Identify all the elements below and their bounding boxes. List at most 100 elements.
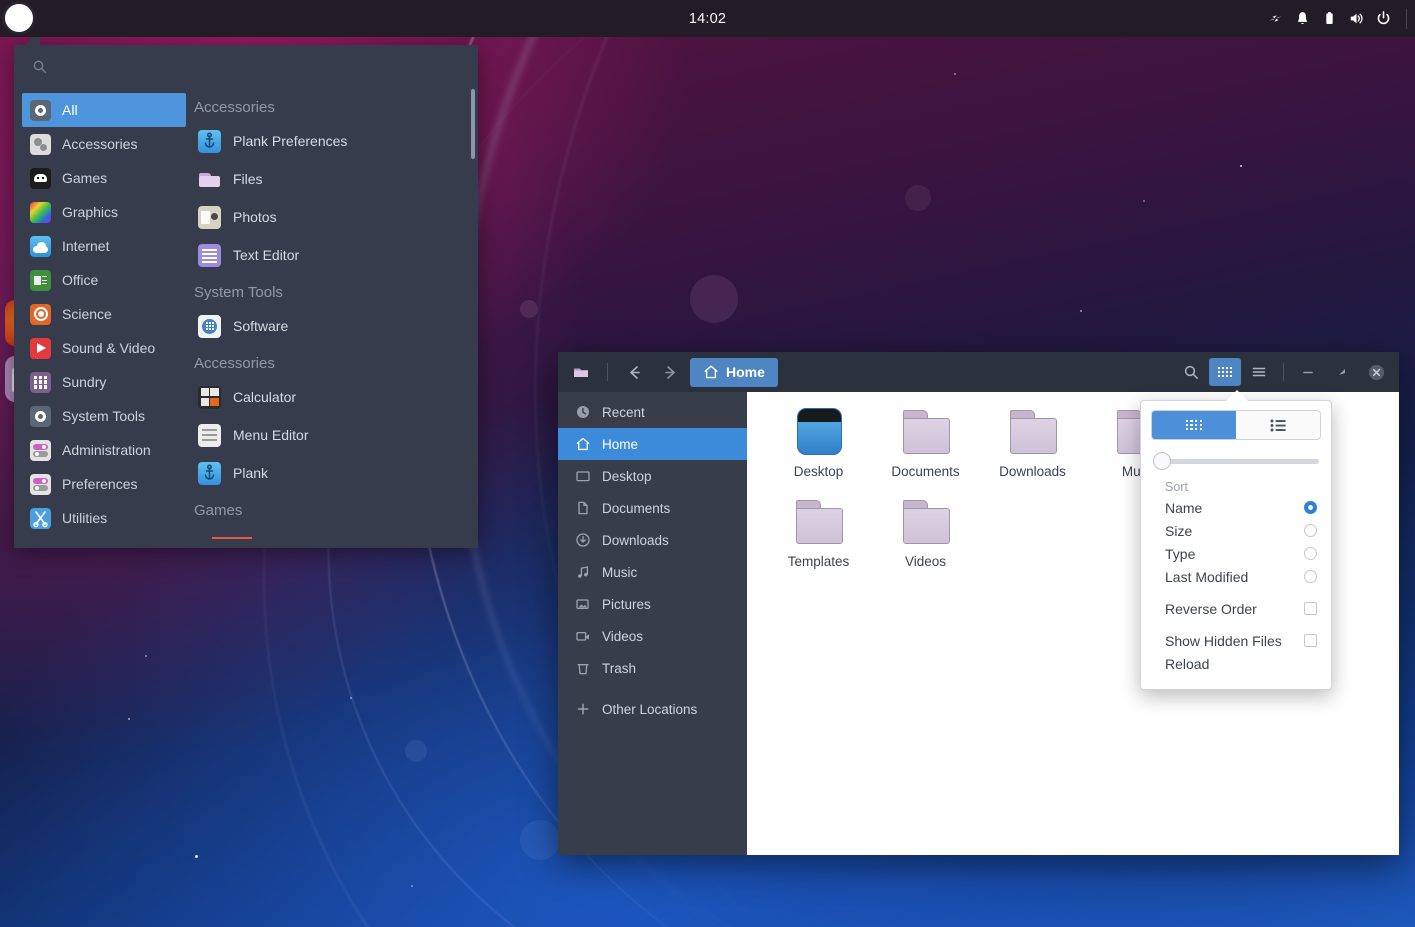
category-item-administration[interactable]: Administration — [22, 433, 186, 467]
clock-icon — [577, 406, 589, 418]
tray-divider — [1406, 8, 1407, 29]
sidebar-item-music[interactable]: Music — [558, 556, 747, 588]
app-item-menu-editor[interactable]: Menu Editor — [190, 416, 468, 454]
scissors-icon — [30, 507, 51, 529]
view-options-button[interactable] — [1209, 358, 1241, 386]
sidebar-item-trash[interactable]: Trash — [558, 652, 747, 684]
checkbox[interactable] — [1304, 634, 1317, 647]
sidebar-item-desktop[interactable]: Desktop — [558, 460, 747, 492]
sidebar-item-recent[interactable]: Recent — [558, 396, 747, 428]
app-item-plank[interactable]: Plank — [190, 454, 468, 492]
main-menu-button[interactable] — [1243, 358, 1275, 386]
app-label: Files — [233, 171, 263, 187]
grid-view-button[interactable] — [1152, 411, 1236, 439]
sort-option-last-modified[interactable]: Last Modified — [1141, 565, 1331, 588]
system-tray — [1267, 0, 1407, 37]
radio-button[interactable] — [1304, 501, 1317, 514]
back-button[interactable] — [618, 358, 650, 386]
minimize-button[interactable] — [1292, 358, 1324, 386]
sort-label: Size — [1165, 522, 1193, 539]
file-item-downloads[interactable]: Downloads — [979, 406, 1086, 496]
search-button[interactable] — [1175, 358, 1207, 386]
battery-icon[interactable] — [1321, 10, 1338, 27]
invader-icon — [30, 167, 51, 189]
camera-icon — [198, 205, 221, 229]
file-item-desktop[interactable]: Desktop — [765, 406, 872, 496]
category-item-sundry[interactable]: Sundry — [22, 365, 186, 399]
category-item-accessories[interactable]: Accessories — [22, 127, 186, 161]
icon-zoom-slider[interactable] — [1153, 452, 1319, 470]
sidebar-item-home[interactable]: Home — [558, 428, 747, 460]
file-item-documents[interactable]: Documents — [872, 406, 979, 496]
folder-icon — [791, 496, 847, 548]
folder-icon — [898, 406, 954, 458]
file-name: Documents — [891, 464, 960, 479]
radio-button[interactable] — [1304, 547, 1317, 560]
app-label: Plank — [233, 465, 269, 481]
sidebar-label: Pictures — [602, 596, 651, 612]
power-icon[interactable] — [1375, 10, 1392, 27]
sort-option-size[interactable]: Size — [1141, 519, 1331, 542]
action-reload[interactable]: Reload — [1141, 652, 1331, 675]
category-item-games[interactable]: Games — [22, 161, 186, 195]
sidebar-item-other-locations[interactable]: Other Locations — [558, 693, 747, 725]
app-item-files[interactable]: Files — [190, 160, 468, 198]
toggle-reverse-order[interactable]: Reverse Order — [1141, 597, 1331, 620]
desktop-icon — [791, 406, 847, 458]
home-icon — [576, 437, 590, 451]
app-item-calculator[interactable]: Calculator — [190, 378, 468, 416]
file-item-templates[interactable]: Templates — [765, 496, 872, 586]
color-wheel-icon — [30, 201, 51, 223]
slider-handle[interactable] — [1153, 452, 1171, 470]
document-icon — [30, 269, 51, 291]
sidebar-item-documents[interactable]: Documents — [558, 492, 747, 524]
breadcrumb-home[interactable]: Home — [690, 357, 778, 387]
app-item-photos[interactable]: Photos — [190, 198, 468, 236]
checkbox[interactable] — [1304, 602, 1317, 615]
category-item-graphics[interactable]: Graphics — [22, 195, 186, 229]
category-item-preferences[interactable]: Preferences — [22, 467, 186, 501]
list-view-button[interactable] — [1236, 411, 1320, 439]
app-item-software[interactable]: Software — [190, 307, 468, 345]
view-mode-toggle — [1151, 410, 1321, 440]
desktop-screen: 14:02 All Accessories Games Graphics Int… — [0, 0, 1415, 927]
category-item-sound-video[interactable]: Sound & Video — [22, 331, 186, 365]
network-icon[interactable] — [1267, 10, 1284, 27]
maximize-button[interactable] — [1326, 358, 1358, 386]
sidebar-label: Other Locations — [602, 701, 698, 717]
toggle-label: Show Hidden Files — [1165, 632, 1282, 649]
volume-icon[interactable] — [1348, 10, 1365, 27]
app-group-header: System Tools — [194, 284, 283, 301]
window-folder-icon — [565, 358, 597, 386]
sidebar-item-pictures[interactable]: Pictures — [558, 588, 747, 620]
app-label: Photos — [233, 209, 277, 225]
sidebar-item-videos[interactable]: Videos — [558, 620, 747, 652]
toggle-show-hidden-files[interactable]: Show Hidden Files — [1141, 629, 1331, 652]
sidebar-item-downloads[interactable]: Downloads — [558, 524, 747, 556]
category-label: Accessories — [62, 136, 138, 152]
app-item-text-editor[interactable]: Text Editor — [190, 236, 468, 274]
folder-icon — [898, 496, 954, 548]
category-item-internet[interactable]: Internet — [22, 229, 186, 263]
category-item-science[interactable]: Science — [22, 297, 186, 331]
category-item-system-tools[interactable]: System Tools — [22, 399, 186, 433]
menu-scrollbar[interactable] — [471, 89, 475, 159]
file-item-videos[interactable]: Videos — [872, 496, 979, 586]
menu-application-list: Accessories Plank Preferences Files Phot… — [186, 89, 478, 548]
category-item-all[interactable]: All — [22, 93, 186, 127]
radio-button[interactable] — [1304, 570, 1317, 583]
category-label: Administration — [62, 442, 151, 458]
app-label: Software — [233, 318, 289, 334]
app-item-plank-preferences[interactable]: Plank Preferences — [190, 122, 468, 160]
file-name: Downloads — [999, 464, 1066, 479]
sort-option-type[interactable]: Type — [1141, 542, 1331, 565]
sort-option-name[interactable]: Name — [1141, 496, 1331, 519]
close-button[interactable] — [1360, 358, 1392, 386]
notification-bell-icon[interactable] — [1294, 10, 1311, 27]
radio-button[interactable] — [1304, 524, 1317, 537]
forward-button[interactable] — [654, 358, 686, 386]
menu-search-input[interactable] — [60, 59, 460, 75]
category-item-office[interactable]: Office — [22, 263, 186, 297]
category-item-utilities[interactable]: Utilities — [22, 501, 186, 535]
clock[interactable]: 14:02 — [0, 11, 1415, 27]
